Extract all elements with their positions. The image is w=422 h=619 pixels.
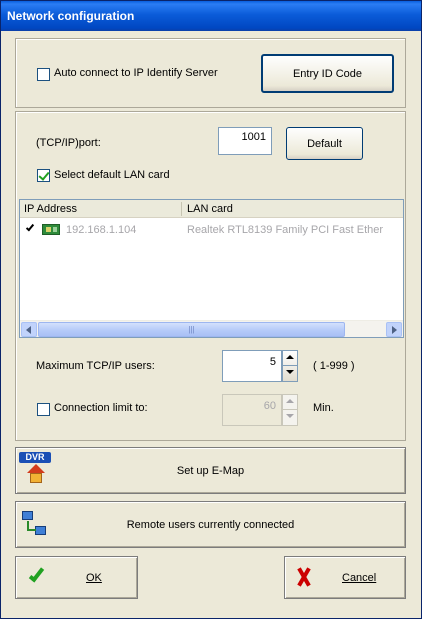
- cancel-button[interactable]: Cancel: [284, 556, 406, 599]
- spin-down-button[interactable]: [283, 410, 297, 425]
- ok-button[interactable]: OK: [15, 556, 138, 599]
- network-card-icon: [42, 224, 60, 235]
- remote-users-label: Remote users currently connected: [126, 519, 295, 531]
- network-configuration-window: Network configuration Auto connect to IP…: [0, 0, 422, 619]
- identify-server-panel: Auto connect to IP Identify Server Entry…: [15, 38, 406, 108]
- lan-card-list[interactable]: IP Address LAN card 192.168.1.104 Realte…: [19, 199, 404, 338]
- spin-down-button[interactable]: [283, 366, 297, 381]
- tcp-port-label: (TCP/IP)port:: [36, 137, 101, 149]
- red-x-icon: [295, 567, 313, 587]
- max-users-spinner[interactable]: [282, 350, 298, 382]
- spin-up-button[interactable]: [283, 351, 297, 366]
- cancel-label: Cancel: [342, 572, 377, 584]
- scroll-left-button[interactable]: [21, 322, 37, 337]
- connection-limit-checkbox[interactable]: [37, 403, 50, 416]
- tcp-port-input[interactable]: 1001: [218, 127, 272, 155]
- auto-connect-checkbox[interactable]: [37, 68, 50, 81]
- row-ip-address: 192.168.1.104: [66, 224, 137, 236]
- select-default-lan-label: Select default LAN card: [54, 169, 170, 181]
- list-header: IP Address LAN card: [20, 200, 403, 218]
- max-users-input[interactable]: 5: [222, 350, 282, 382]
- select-default-lan-checkbox[interactable]: [37, 169, 50, 182]
- green-check-icon: [28, 565, 46, 587]
- max-users-range: ( 1-999 ): [313, 360, 355, 372]
- default-port-label: Default: [307, 138, 342, 150]
- tcp-lan-panel: (TCP/IP)port: 1001 Default Select defaul…: [15, 111, 406, 441]
- row-check-icon[interactable]: [25, 222, 35, 234]
- horizontal-scrollbar[interactable]: |||: [20, 320, 403, 337]
- connection-limit-spinner[interactable]: [282, 394, 298, 426]
- scroll-right-button[interactable]: [386, 322, 402, 337]
- list-item[interactable]: 192.168.1.104 Realtek RTL8139 Family PCI…: [20, 221, 403, 239]
- connection-limit-label: Connection limit to:: [54, 402, 148, 414]
- max-users-label: Maximum TCP/IP users:: [36, 360, 155, 372]
- window-title: Network configuration: [7, 9, 135, 23]
- connection-limit-unit: Min.: [313, 402, 334, 414]
- connection-limit-input[interactable]: 60: [222, 394, 282, 426]
- entry-id-code-label: Entry ID Code: [292, 68, 363, 80]
- title-bar[interactable]: Network configuration: [1, 1, 421, 31]
- default-port-button[interactable]: Default: [286, 127, 363, 160]
- column-ip-address[interactable]: IP Address: [24, 203, 77, 215]
- ok-label: OK: [86, 572, 102, 584]
- auto-connect-label: Auto connect to IP Identify Server: [54, 67, 218, 79]
- spin-up-button[interactable]: [283, 395, 297, 410]
- column-separator[interactable]: [181, 202, 182, 216]
- setup-emap-label: Set up E-Map: [176, 465, 245, 477]
- row-lan-card: Realtek RTL8139 Family PCI Fast Ether: [187, 224, 384, 236]
- remote-users-button[interactable]: Remote users currently connected: [15, 501, 406, 548]
- column-lan-card[interactable]: LAN card: [187, 203, 233, 215]
- setup-emap-button[interactable]: DVR Set up E-Map: [15, 447, 406, 494]
- scroll-thumb[interactable]: |||: [38, 322, 345, 337]
- entry-id-code-button[interactable]: Entry ID Code: [261, 54, 394, 93]
